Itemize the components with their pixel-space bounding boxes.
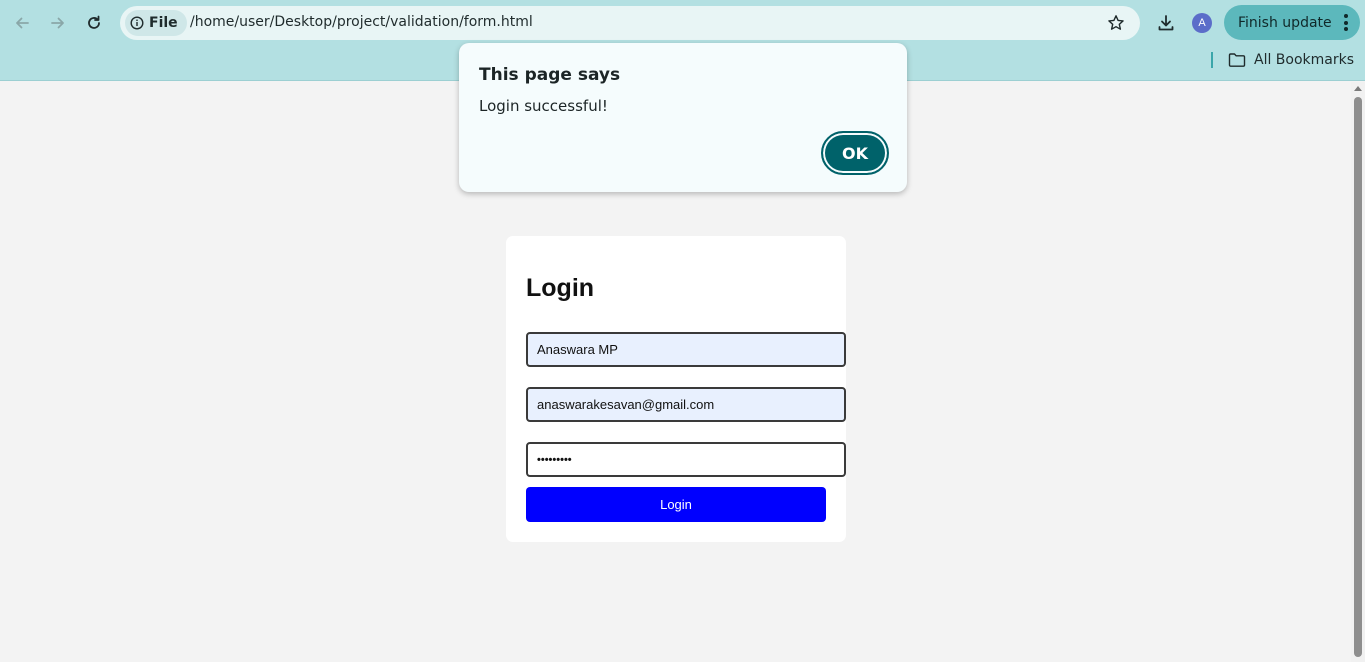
scheme-label: File [149,15,178,31]
bookmark-star-button[interactable] [1105,12,1127,34]
reload-button[interactable] [76,5,112,41]
login-heading: Login [526,274,595,302]
scroll-up-arrow-icon[interactable] [1354,86,1362,91]
all-bookmarks-label: All Bookmarks [1254,52,1355,68]
info-icon [130,16,144,30]
back-arrow-icon [16,17,29,29]
profile-avatar[interactable]: A [1192,13,1212,33]
page-scrollbar[interactable] [1351,82,1365,662]
star-icon [1108,15,1124,30]
alert-dialog: This page says Login successful! OK [459,43,907,192]
browser-toolbar: File /home/user/Desktop/project/validati… [0,5,1365,41]
forward-button[interactable] [40,5,76,41]
email-input[interactable]: anaswarakesavan@gmail.com [526,387,846,422]
folder-icon [1228,53,1246,67]
address-bar[interactable]: File /home/user/Desktop/project/validati… [120,6,1140,40]
dialog-title: This page says [479,65,621,85]
password-input[interactable]: ••••••••• [526,442,846,477]
finish-update-button[interactable]: Finish update [1224,5,1360,40]
ok-button[interactable]: OK [821,131,889,175]
bookmarks-separator [1211,52,1213,68]
finish-update-label: Finish update [1238,14,1332,31]
kebab-menu-icon[interactable] [1344,14,1348,31]
login-card: Login Anaswara MP anaswarakesavan@gmail.… [506,236,846,542]
url-text[interactable]: /home/user/Desktop/project/validation/fo… [190,14,533,30]
name-input[interactable]: Anaswara MP [526,332,846,367]
reload-icon [88,15,100,29]
site-info-chip[interactable]: File [125,10,187,36]
all-bookmarks-button[interactable]: All Bookmarks [1228,49,1354,71]
back-button[interactable] [4,5,40,41]
forward-arrow-icon [51,17,64,29]
download-icon [1158,15,1174,31]
downloads-button[interactable] [1152,5,1180,41]
scrollbar-thumb[interactable] [1354,97,1362,657]
dialog-message: Login successful! [479,97,608,115]
login-button[interactable]: Login [526,487,826,522]
